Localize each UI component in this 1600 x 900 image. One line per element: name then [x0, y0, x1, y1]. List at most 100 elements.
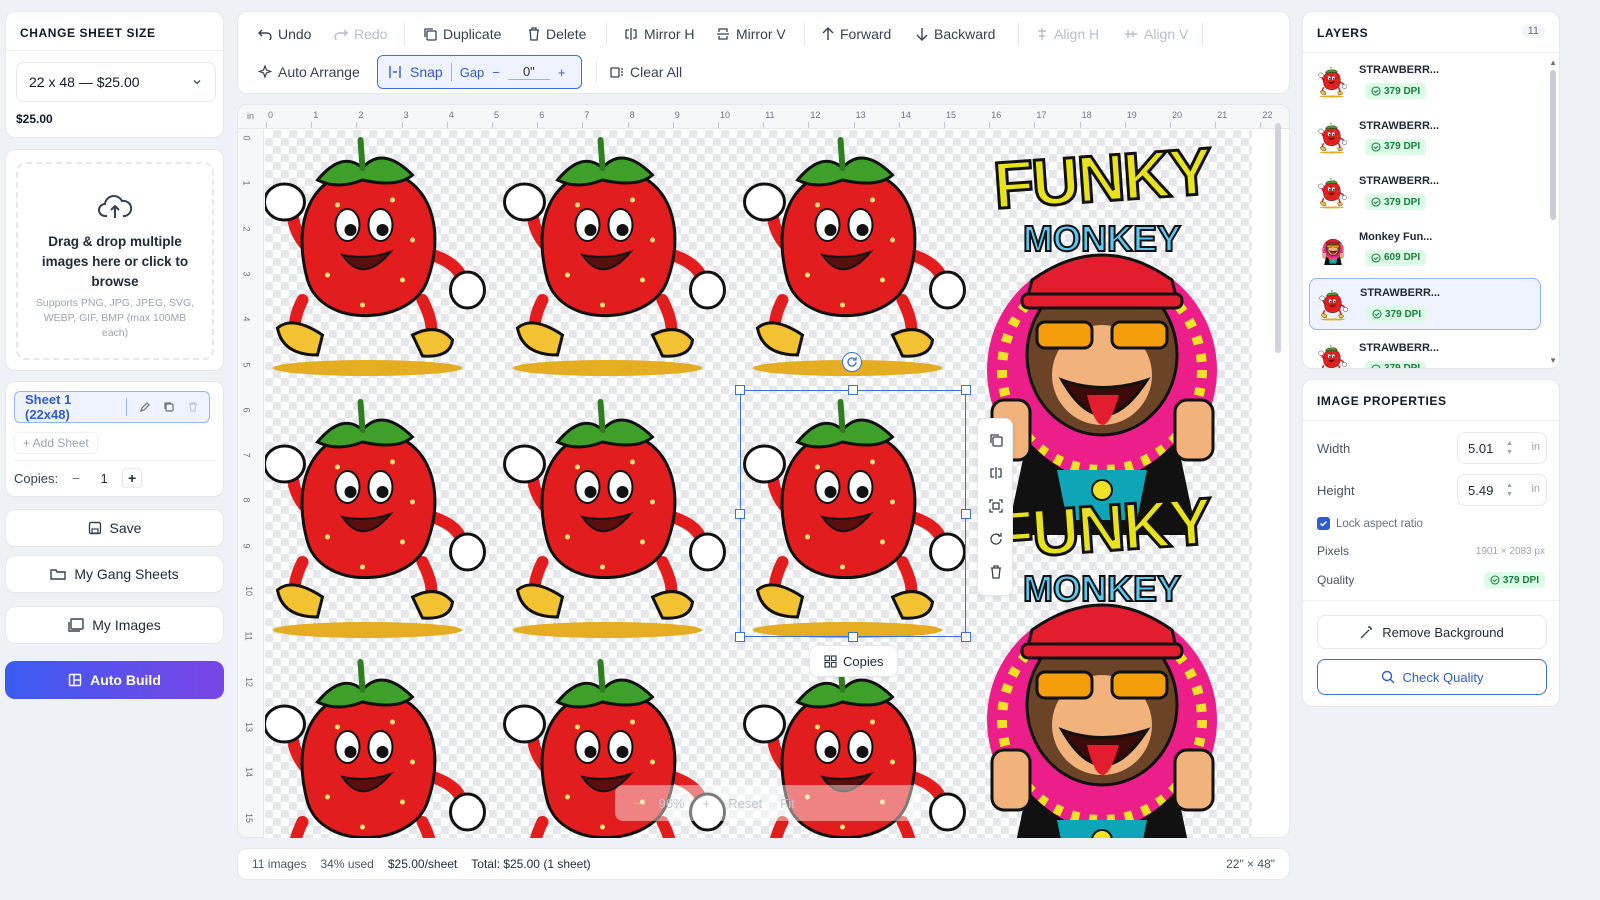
- ruler-tick: [627, 122, 629, 128]
- rotate-handle[interactable]: [842, 352, 862, 372]
- my-gang-sheets-button[interactable]: My Gang Sheets: [5, 555, 224, 593]
- ruler-tick: [356, 122, 358, 128]
- magic-wand-icon: [1360, 626, 1373, 639]
- zoom-fit-button[interactable]: Fit: [780, 796, 794, 811]
- edit-icon[interactable]: [139, 401, 151, 413]
- clear-all-button[interactable]: Clear All: [610, 58, 682, 86]
- undo-button[interactable]: Undo: [258, 20, 311, 48]
- mirror-h-button[interactable]: Mirror H: [624, 20, 695, 48]
- mirror-v-button[interactable]: Mirror V: [716, 20, 786, 48]
- strawberry-image[interactable]: [265, 392, 495, 642]
- zoom-reset-button[interactable]: Reset: [728, 796, 762, 811]
- layer-item[interactable]: STRAWBERR... 379 DPI: [1309, 334, 1541, 368]
- strawberry-image[interactable]: [500, 130, 735, 380]
- sheet-size-card: CHANGE SHEET SIZE 22 x 48 — $25.00 $25.0…: [5, 11, 224, 138]
- upload-dropzone[interactable]: Drag & drop multiple images here or clic…: [16, 162, 214, 360]
- sheet-tab[interactable]: Sheet 1 (22x48): [14, 391, 210, 423]
- layer-name: STRAWBERR...: [1359, 119, 1440, 132]
- scroll-up-icon[interactable]: ▲: [1549, 58, 1557, 67]
- width-input[interactable]: 5.01 ▲ ▼ in: [1457, 432, 1547, 464]
- rotate-icon: [990, 533, 1002, 545]
- scroll-down-icon[interactable]: ▼: [1549, 356, 1557, 365]
- zoom-value: 96%: [658, 795, 685, 811]
- resize-handle[interactable]: [848, 385, 858, 395]
- strawberry-image[interactable]: [265, 130, 495, 380]
- resize-handle[interactable]: [735, 632, 745, 642]
- toolbar: Undo Redo Duplicate Delete Mirror H Mirr…: [237, 11, 1290, 94]
- grid-icon: [824, 654, 837, 668]
- dpi-badge: 379 DPI: [1365, 83, 1427, 99]
- align-v-button[interactable]: Align V: [1124, 20, 1188, 48]
- gang-sheet-canvas[interactable]: FUNKY MONKEY FUNKY MONKEY Copies − 96% +…: [265, 130, 1252, 838]
- auto-arrange-button[interactable]: Auto Arrange: [258, 58, 360, 86]
- fit-action[interactable]: [981, 491, 1011, 521]
- copies-button[interactable]: Copies: [809, 645, 899, 677]
- delete-action[interactable]: [981, 557, 1011, 587]
- ruler-tick-label: 0: [241, 135, 252, 141]
- redo-button[interactable]: Redo: [334, 20, 387, 48]
- ruler-tick-label: 19: [1126, 110, 1137, 120]
- layer-item[interactable]: STRAWBERR... 379 DPI: [1309, 278, 1541, 330]
- stepper-icon[interactable]: ▲ ▼: [1506, 481, 1513, 499]
- gap-input[interactable]: 0": [507, 64, 550, 80]
- copy-icon[interactable]: [163, 401, 175, 413]
- auto-build-button[interactable]: Auto Build: [5, 661, 224, 699]
- strawberry-image[interactable]: [265, 652, 495, 838]
- funky-monkey-image[interactable]: FUNKY MONKEY: [977, 132, 1227, 485]
- funky-monkey-image[interactable]: FUNKY MONKEY: [977, 482, 1227, 835]
- sheet-size-select[interactable]: 22 x 48 — $25.00: [16, 62, 216, 102]
- resize-handle[interactable]: [961, 509, 971, 519]
- resize-handle[interactable]: [961, 632, 971, 642]
- my-images-button[interactable]: My Images: [5, 606, 224, 644]
- divider: [804, 23, 805, 45]
- resize-handle[interactable]: [848, 632, 858, 642]
- align-h-button[interactable]: Align H: [1036, 20, 1099, 48]
- dpi-badge: 379 DPI: [1366, 306, 1428, 322]
- layer-thumbnail: [1318, 289, 1349, 321]
- backward-button[interactable]: Backward: [916, 20, 995, 48]
- resize-handle[interactable]: [735, 385, 745, 395]
- images-icon: [68, 618, 84, 632]
- copies-row: Copies: − 1 +: [14, 468, 143, 488]
- copies-increment-button[interactable]: +: [122, 468, 143, 488]
- add-sheet-button[interactable]: + Add Sheet: [14, 432, 98, 454]
- rotate-action[interactable]: [981, 524, 1011, 554]
- gap-decrement-button[interactable]: −: [492, 65, 500, 80]
- zoom-out-button[interactable]: −: [633, 796, 641, 811]
- ruler-tick-label: 10: [244, 585, 255, 597]
- strawberry-image[interactable]: [500, 392, 735, 642]
- layer-item[interactable]: STRAWBERR... 379 DPI: [1309, 56, 1541, 108]
- vertical-scrollbar[interactable]: [1275, 123, 1281, 353]
- save-button[interactable]: Save: [5, 509, 224, 547]
- resize-handle[interactable]: [735, 509, 745, 519]
- stepper-icon[interactable]: ▲ ▼: [1506, 439, 1513, 457]
- status-images: 11 images: [252, 857, 307, 871]
- forward-button[interactable]: Forward: [822, 20, 891, 48]
- upload-text: Drag & drop multiple images here or clic…: [41, 234, 189, 289]
- trash-icon[interactable]: [187, 401, 199, 413]
- gap-increment-button[interactable]: +: [558, 65, 566, 80]
- check-circle-icon: [1372, 309, 1382, 319]
- ruler-tick-label: 17: [1036, 110, 1047, 120]
- copies-decrement-button[interactable]: −: [66, 468, 86, 488]
- layer-item[interactable]: STRAWBERR... 379 DPI: [1309, 167, 1541, 219]
- lock-aspect-checkbox[interactable]: [1317, 517, 1330, 530]
- layers-scrollbar[interactable]: [1550, 70, 1556, 220]
- delete-button[interactable]: Delete: [528, 20, 586, 48]
- duplicate-action[interactable]: [981, 425, 1011, 455]
- height-input[interactable]: 5.49 ▲ ▼ in: [1457, 474, 1547, 506]
- duplicate-button[interactable]: Duplicate: [423, 20, 501, 48]
- snap-toggle[interactable]: Snap: [410, 64, 443, 80]
- zoom-in-button[interactable]: +: [703, 796, 711, 811]
- mirror-action[interactable]: [981, 458, 1011, 488]
- remove-background-button[interactable]: Remove Background: [1317, 615, 1547, 649]
- layer-item[interactable]: STRAWBERR... 379 DPI: [1309, 112, 1541, 164]
- check-circle-icon: [1490, 575, 1500, 585]
- clear-icon: [610, 65, 624, 79]
- strawberry-image[interactable]: [740, 130, 975, 380]
- ruler-tick-label: 4: [241, 316, 252, 322]
- layer-item[interactable]: Monkey Fun... 609 DPI: [1309, 223, 1541, 275]
- check-quality-button[interactable]: Check Quality: [1317, 659, 1547, 695]
- copies-value[interactable]: 1: [94, 471, 114, 486]
- resize-handle[interactable]: [961, 385, 971, 395]
